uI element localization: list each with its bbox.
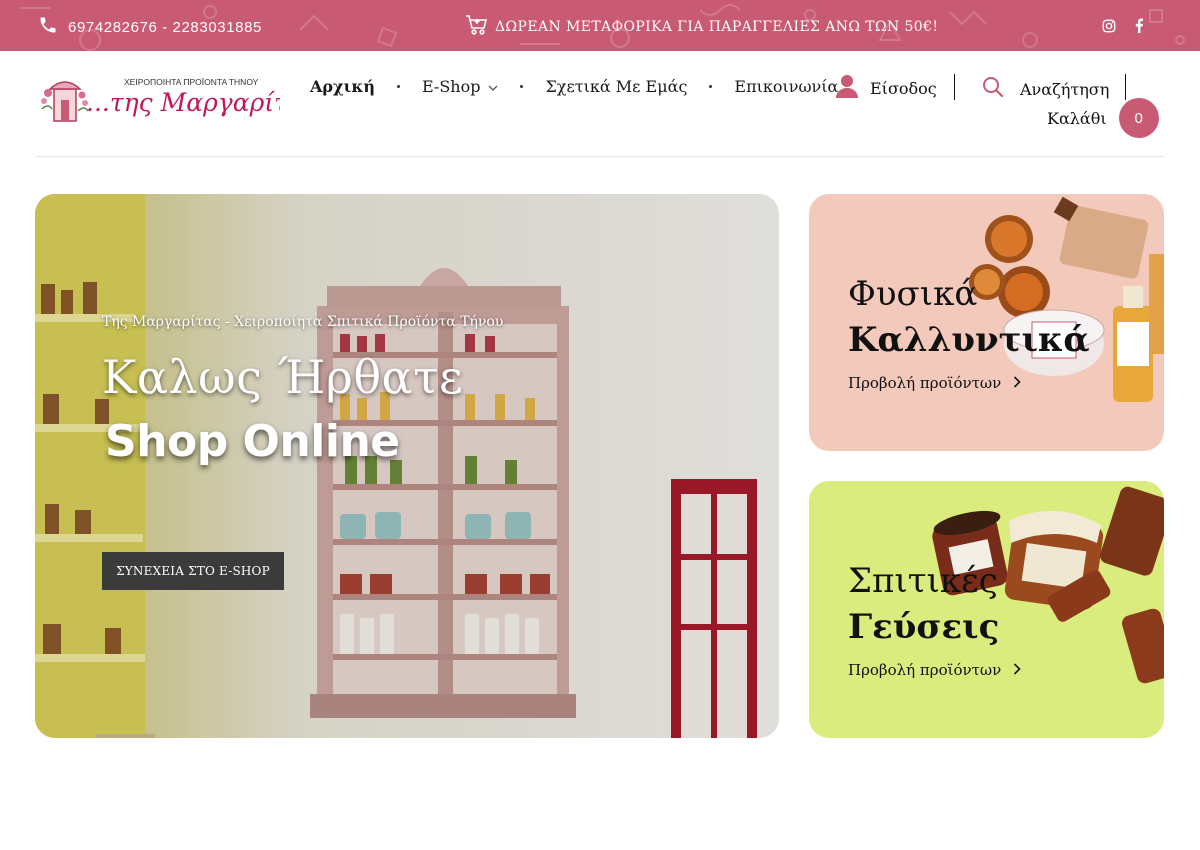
nav-item-contact-label: Επικοινωνία [734,77,839,96]
nav-item-home[interactable]: Αρχική [310,77,375,96]
hero-subtitle: Της Μαργαρίτας - Χειροποίητα Σπιτικά Προ… [102,314,504,330]
instagram-icon[interactable] [1102,18,1116,37]
card-cosmetics-title-line2: Καλλυντικά [848,320,1090,360]
logo-graphic: ΧΕΙΡΟΠΟΙΗΤΑ ΠΡΟΪΟΝΤΑ ΤΗΝΟΥ ...της Μαργαρ… [41,77,319,122]
chevron-down-icon [488,77,498,96]
category-card-cosmetics[interactable]: Φυσικά Καλλυντικά Προβολή προϊόντων [809,194,1164,451]
social-links [1102,18,1144,37]
chevron-right-icon [1013,661,1021,679]
view-products-label: Προβολή προϊόντων [848,374,1002,392]
svg-text:ΧΕΙΡΟΠΟΙΗΤΑ ΠΡΟΪΟΝΤΑ ΤΗΝΟΥ: ΧΕΙΡΟΠΟΙΗΤΑ ΠΡΟΪΟΝΤΑ ΤΗΝΟΥ [124,77,259,87]
nav-item-eshop[interactable]: E-Shop [422,77,499,96]
cart-count-badge: 0 [1118,98,1159,138]
chevron-right-icon [1013,374,1021,392]
card-flavors-title-line2: Γεύσεις [848,607,1000,647]
card-flavors-view-products-link[interactable]: Προβολή προϊόντων [848,661,1021,679]
site-header: ΧΕΙΡΟΠΟΙΗΤΑ ΠΡΟΪΟΝΤΑ ΤΗΝΟΥ ...της Μαργαρ… [0,51,1200,157]
category-card-home-flavors[interactable]: Σπιτικές Γεύσεις Προβολή προϊόντων [809,481,1164,738]
main-nav: Αρχική E-Shop Σχετικά Με Εμάς Επικοινωνί… [310,77,838,96]
nav-item-about[interactable]: Σχετικά Με Εμάς [545,77,687,96]
hero-shop-heading: Shop Online [105,416,400,467]
card-cosmetics-view-products-link[interactable]: Προβολή προϊόντων [848,374,1021,392]
nav-separator [709,85,713,88]
header-divider [954,74,955,100]
search-icon [982,76,1004,102]
nav-separator [396,85,400,88]
card-cosmetics-title-line1: Φυσικά [848,274,978,314]
cart-link[interactable]: Καλάθι 0 [1047,98,1159,138]
card-flavors-title-line1: Σπιτικές [848,561,998,601]
nav-item-about-label: Σχετικά Με Εμάς [545,77,688,96]
nav-item-eshop-label: E-Shop [421,77,481,96]
promo-text: ΔΩΡΕΑΝ ΜΕΤΑΦΟΡΙΚΑ ΓΙΑ ΠΑΡΑΓΓΕΛΙΕΣ ΑΝΩ ΤΩ… [495,19,939,35]
facebook-icon[interactable] [1134,18,1144,37]
user-icon [834,73,860,103]
nav-separator [520,85,524,88]
cart-icon [465,14,489,40]
view-products-label: Προβολή προϊόντων [848,661,1002,679]
free-shipping-promo: ΔΩΡΕΑΝ ΜΕΤΑΦΟΡΙΚΑ ΓΙΑ ΠΑΡΑΓΓΕΛΙΕΣ ΑΝΩ ΤΩ… [465,14,938,40]
header-divider [1125,74,1126,100]
search-label: Αναζήτηση [1020,79,1110,99]
nav-item-contact[interactable]: Επικοινωνία [734,77,838,96]
svg-text:...της Μαργαρίτας: ...της Μαργαρίτας [86,88,280,117]
cart-label: Καλάθι [1047,108,1107,128]
site-logo[interactable]: ΧΕΙΡΟΠΟΙΗΤΑ ΠΡΟΪΟΝΤΑ ΤΗΝΟΥ ...της Μαργαρ… [40,73,319,127]
phone-icon [38,15,58,39]
login-link[interactable]: Είσοδος [834,73,937,103]
header-bottom-border [35,156,1165,157]
phone-contact[interactable]: 6974282676 - 2283031885 [38,15,262,39]
top-bar: 6974282676 - 2283031885 ΔΩΡΕΑΝ ΜΕΤΑΦΟΡΙΚ… [0,0,1200,51]
nav-item-home-label: Αρχική [310,77,375,96]
login-label: Είσοδος [870,78,937,98]
continue-to-eshop-button[interactable]: ΣΥΝΕΧΕΙΑ ΣΤΟ E-SHOP [102,552,284,590]
hero-banner: Της Μαργαρίτας - Χειροποίητα Σπιτικά Προ… [35,194,779,738]
phone-numbers: 6974282676 - 2283031885 [68,18,262,36]
hero-welcome-heading: Καλως Ήρθατε [102,350,464,404]
